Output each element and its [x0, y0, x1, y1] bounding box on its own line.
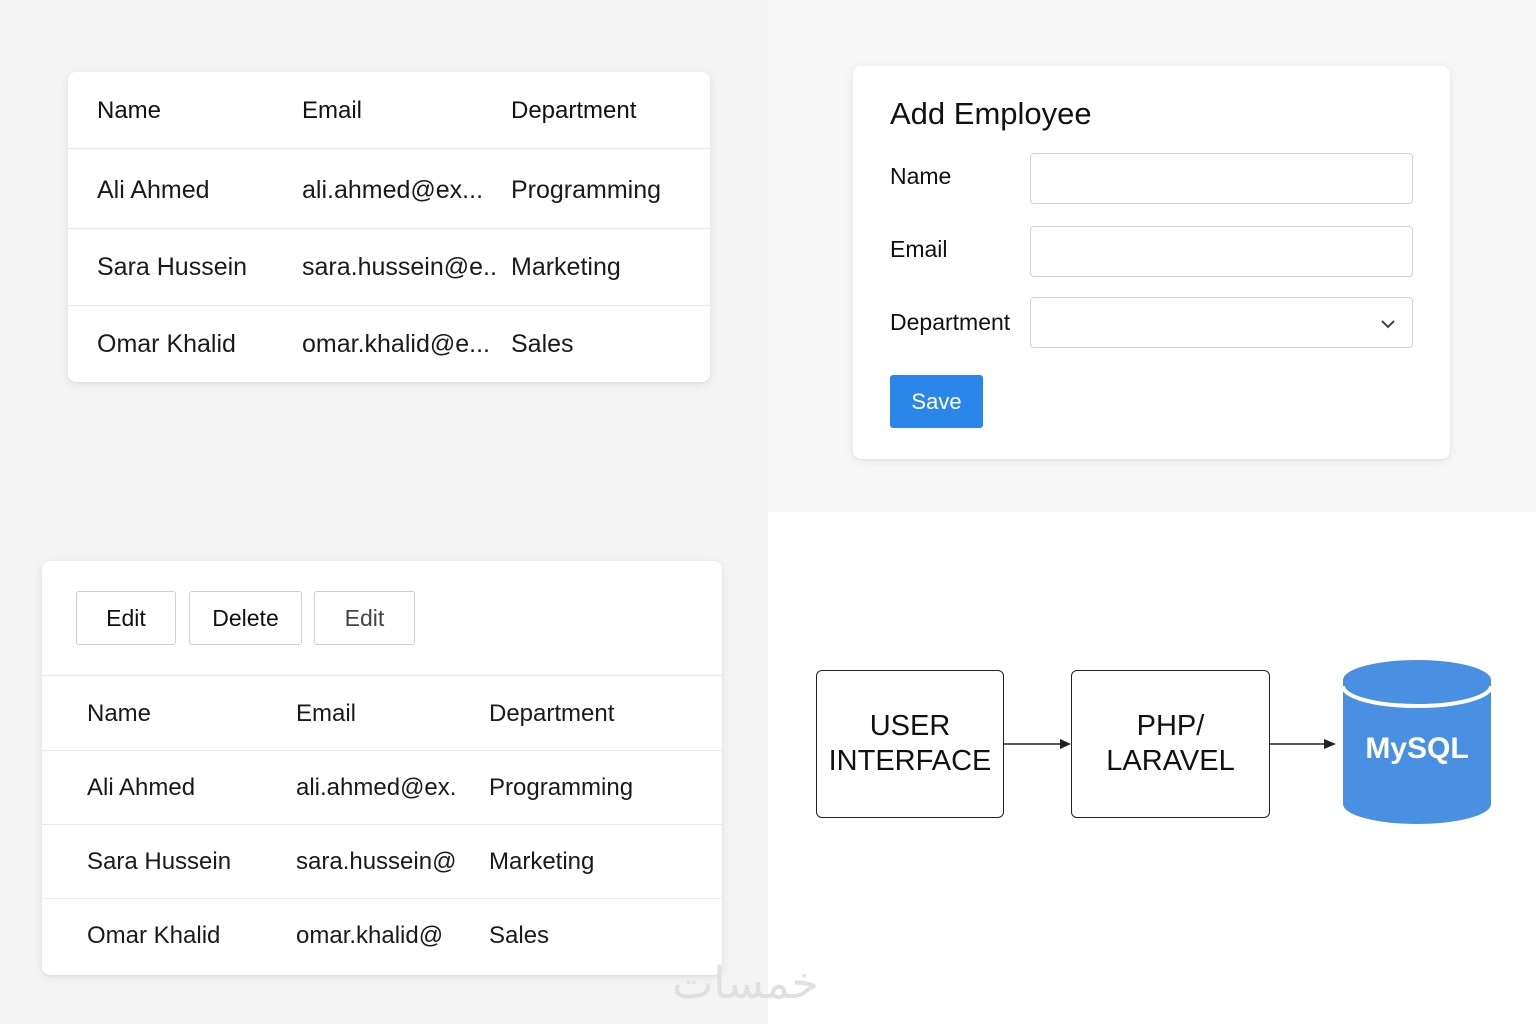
- delete-button[interactable]: Delete: [189, 591, 302, 645]
- name-field[interactable]: [1030, 153, 1413, 204]
- cell-department: Programming: [511, 176, 662, 204]
- chevron-down-icon: [1381, 320, 1395, 329]
- column-header-email: Email: [302, 97, 363, 124]
- cell-email: omar.khalid@: [296, 922, 444, 949]
- cell-email: ali.ahmed@ex.: [296, 774, 457, 801]
- mysql-label: MySQL: [1365, 732, 1469, 765]
- edit-button-secondary[interactable]: Edit: [314, 591, 415, 645]
- cell-email: sara.hussein@: [296, 848, 457, 875]
- cell-department: Marketing: [511, 253, 621, 281]
- column-header-department: Department: [511, 97, 637, 124]
- table-row[interactable]: Omar Khalid omar.khalid@e... Sales: [68, 306, 710, 383]
- save-button[interactable]: Save: [890, 375, 983, 428]
- cell-name: Ali Ahmed: [97, 176, 210, 204]
- manage-employee-table: Edit Delete Edit Name Email Department A…: [42, 561, 722, 975]
- form-title: Add Employee: [890, 96, 1092, 131]
- arrow-right-icon: [1004, 739, 1071, 749]
- cell-email: omar.khalid@e...: [302, 330, 490, 358]
- column-header-name: Name: [87, 700, 152, 727]
- department-select[interactable]: [1030, 297, 1413, 348]
- column-header-name: Name: [97, 97, 162, 124]
- email-field[interactable]: [1030, 226, 1413, 277]
- table-header-row: Name Email Department: [42, 677, 722, 751]
- column-header-email: Email: [296, 700, 357, 727]
- name-label: Name: [890, 163, 952, 189]
- watermark: خمسات: [672, 958, 819, 1009]
- cell-name: Sara Hussein: [97, 253, 248, 281]
- cell-name: Omar Khalid: [87, 922, 221, 949]
- cell-name: Omar Khalid: [97, 330, 236, 358]
- arrow-right-icon: [1270, 739, 1336, 749]
- cell-name: Ali Ahmed: [87, 774, 196, 801]
- cell-department: Marketing: [489, 848, 595, 875]
- table-row[interactable]: Omar Khalid omar.khalid@ Sales: [42, 899, 722, 973]
- cell-email: sara.hussein@e...: [302, 253, 498, 281]
- column-header-department: Department: [489, 700, 615, 727]
- php-laravel-box: PHP/ LARAVEL: [1071, 670, 1270, 818]
- architecture-diagram: USER INTERFACE PHP/ LARAVEL MySQL: [768, 512, 1536, 1024]
- cell-department: Sales: [511, 330, 574, 358]
- table-row[interactable]: Sara Hussein sara.hussein@ Marketing: [42, 825, 722, 899]
- table-header-row: Name Email Department: [68, 72, 710, 149]
- email-label: Email: [890, 236, 948, 262]
- cell-name: Sara Hussein: [87, 848, 232, 875]
- cell-email: ali.ahmed@ex...: [302, 176, 484, 204]
- department-label: Department: [890, 309, 1011, 335]
- cell-department: Programming: [489, 774, 634, 801]
- table-row[interactable]: Sara Hussein sara.hussein@e... Marketing: [68, 229, 710, 306]
- employee-table: Name Email Department Ali Ahmed ali.ahme…: [68, 72, 710, 382]
- add-employee-form: Add Employee Name Email Department Save: [853, 66, 1450, 459]
- table-row[interactable]: Ali Ahmed ali.ahmed@ex. Programming: [42, 751, 722, 825]
- edit-button[interactable]: Edit: [76, 591, 176, 645]
- table-row[interactable]: Ali Ahmed ali.ahmed@ex... Programming: [68, 152, 710, 229]
- table-toolbar: Edit Delete Edit: [42, 561, 722, 676]
- user-interface-box: USER INTERFACE: [816, 670, 1004, 818]
